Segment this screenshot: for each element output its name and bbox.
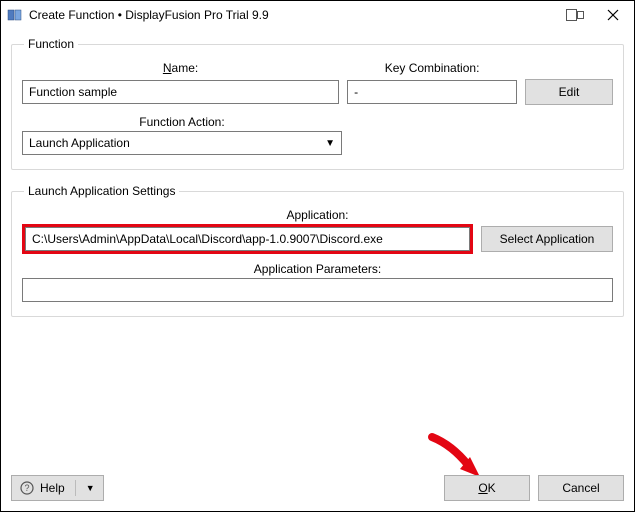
key-combination-display xyxy=(347,80,517,104)
function-action-label: Function Action: xyxy=(22,115,342,129)
svg-text:?: ? xyxy=(24,483,29,493)
help-button[interactable]: ? Help ▼ xyxy=(11,475,104,501)
footer: ? Help ▼ OK Cancel xyxy=(11,475,624,501)
close-icon xyxy=(607,9,619,21)
function-action-value: Launch Application xyxy=(29,136,130,150)
cancel-button[interactable]: Cancel xyxy=(538,475,624,501)
key-combination-label: Key Combination: xyxy=(347,61,517,75)
name-input[interactable] xyxy=(22,80,339,104)
help-label: Help xyxy=(40,481,65,495)
titlebar: Create Function • DisplayFusion Pro Tria… xyxy=(1,1,634,29)
application-label: Application: xyxy=(88,208,548,222)
function-group: Function Name: Key Combination: Edit Fun… xyxy=(11,37,624,170)
window-title: Create Function • DisplayFusion Pro Tria… xyxy=(29,8,269,22)
app-icon xyxy=(7,7,23,23)
application-path-highlight xyxy=(22,224,473,254)
launch-application-settings-group: Launch Application Settings Application:… xyxy=(11,184,624,317)
application-parameters-input[interactable] xyxy=(22,278,613,302)
edit-button[interactable]: Edit xyxy=(525,79,613,105)
settings-legend: Launch Application Settings xyxy=(24,184,179,198)
name-label: Name: xyxy=(22,61,339,75)
select-application-button[interactable]: Select Application xyxy=(481,226,613,252)
annotation-arrow-icon xyxy=(426,431,486,479)
function-action-select[interactable]: Launch Application ▼ xyxy=(22,131,342,155)
ok-button[interactable]: OK xyxy=(444,475,530,501)
chevron-down-icon: ▼ xyxy=(86,483,95,493)
monitor-layout-icon[interactable] xyxy=(562,5,588,25)
help-icon: ? xyxy=(20,481,34,495)
application-path-input[interactable] xyxy=(25,227,470,251)
application-parameters-label: Application Parameters: xyxy=(93,262,543,276)
close-button[interactable] xyxy=(592,1,634,29)
chevron-down-icon: ▼ xyxy=(325,138,335,149)
function-legend: Function xyxy=(24,37,78,51)
